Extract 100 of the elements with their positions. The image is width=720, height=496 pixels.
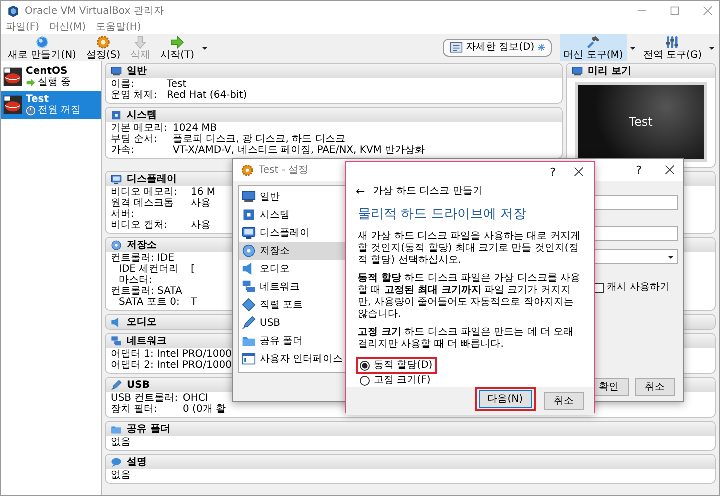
right-arrow-icon <box>26 78 36 88</box>
radio-option[interactable]: 고정 크기(F) <box>360 375 592 386</box>
details-button[interactable]: 자세한 정보(D) <box>442 38 552 56</box>
list-icon <box>450 41 463 54</box>
detail-value: Test <box>167 79 187 90</box>
cube-icon <box>7 4 20 18</box>
hammer-icon <box>584 34 602 50</box>
wizard-title: 가상 하드 디스크 만들기 <box>373 186 483 197</box>
vm-name: Test <box>26 94 50 105</box>
tools-button[interactable]: 머신 도구(M) <box>560 34 628 61</box>
wizard-heading: 물리적 하드 드라이브에 저장 <box>357 206 528 224</box>
category-item[interactable]: 시스템 <box>239 206 347 224</box>
description-text: 고정 크기 하드 디스크 파일은 만드는 데 더 오래 걸리지만 사용할 때 더 빠릅니다. <box>358 327 575 351</box>
detail-value: 0 (0개 활 <box>183 404 226 415</box>
radio-button[interactable] <box>360 360 370 370</box>
chip-icon <box>111 110 122 120</box>
radio-option[interactable]: 동적 할당(D) <box>360 360 433 371</box>
maximize-icon[interactable] <box>670 6 680 16</box>
detail-value: 플로피 디스크, 광 디스크, 하드 디스크 <box>173 134 346 145</box>
section-title: 일반 <box>127 66 147 76</box>
close-icon[interactable] <box>665 165 675 175</box>
help-button[interactable]: ? <box>550 166 556 178</box>
detail-label: 기본 메모리: <box>111 123 169 134</box>
disc-icon <box>111 240 122 250</box>
right-arrow-icon <box>169 34 186 50</box>
detail-label: 장치 필터: <box>111 404 159 415</box>
description-text: 새 가상 하드 디스크 파일을 사용하는 대로 커지게 할 것인지(동적 할당) 최대 크기로 만들 것인지(정적 할당) 선택하십시오. <box>358 231 582 267</box>
detail-text: 컨트롤러: SATA <box>111 286 182 297</box>
dialog-button[interactable]: 취소 <box>635 378 675 396</box>
section-title: 네트워크 <box>127 336 167 346</box>
monitor-icon <box>111 174 122 184</box>
category-item[interactable]: 일반 <box>239 188 347 206</box>
detail-value: 사용 <box>191 220 211 231</box>
usb-icon <box>242 316 256 330</box>
down-arrow-icon <box>132 34 150 50</box>
detail-label: 어댑터 1: <box>111 349 155 360</box>
menu-item[interactable]: 도움말(H) <box>96 22 142 33</box>
detail-value: [ <box>191 264 195 277</box>
section-title: 공유 폴더 <box>127 424 170 434</box>
vm-list-item[interactable]: Test 전원 꺼짐 <box>1 91 101 119</box>
dialog-title: Test - 설정 <box>259 164 309 176</box>
section-title: 시스템 <box>127 110 157 120</box>
input-field[interactable] <box>594 195 678 210</box>
section-title: 오디오 <box>127 316 157 328</box>
category-item[interactable]: 사용자 인터페이스 <box>239 350 347 368</box>
detail-label: 비디오 메모리: <box>111 187 179 198</box>
radio-button[interactable] <box>360 376 370 386</box>
detail-label: 가속: <box>111 145 136 156</box>
checkbox[interactable] <box>594 282 604 292</box>
menu-item[interactable]: 머신(M) <box>50 22 86 33</box>
category-item[interactable]: 오디오 <box>239 260 347 278</box>
detail-label: 이름: <box>111 79 136 90</box>
gear-icon <box>241 164 254 176</box>
section-title: 디스플레이 <box>127 174 177 184</box>
tools-button[interactable]: 전역 도구(G) <box>639 34 706 61</box>
usb-icon <box>111 380 122 390</box>
monitor-icon <box>242 226 256 240</box>
detail-label: SATA 포트 0: <box>119 297 181 308</box>
category-item[interactable]: USB <box>239 314 347 332</box>
detail-label: 운영 체제: <box>111 90 159 101</box>
detail-text: 없음 <box>111 470 131 481</box>
vm-state: 전원 꺼짐 <box>38 105 82 116</box>
category-item[interactable]: 저장소 <box>239 242 347 260</box>
window-title: Oracle VM VirtualBox 관리자 <box>25 6 164 16</box>
category-item[interactable]: 직렬 포트 <box>239 296 347 314</box>
detail-label: 비디오 캡처: <box>111 220 169 231</box>
close-icon[interactable] <box>574 167 584 177</box>
category-item[interactable]: 공유 폴더 <box>239 332 347 350</box>
power-icon <box>26 106 36 116</box>
description-text: 동적 할당 하드 디스크 파일은 가상 디스크를 사용할 때 고정된 최대 크기까지 파일 크기가 커지지만, 사용량이 줄어들어도 자동적으로 작아지지는 않습니다. <box>358 273 582 321</box>
menu-item[interactable]: 파일(F) <box>6 22 40 33</box>
window-icon <box>242 352 256 366</box>
detail-label: IDE 세컨더리 마스터: <box>119 264 180 286</box>
detail-value: VT-X/AMD-V, 네스티드 페이징, PAE/NX, KVM 반가상화 <box>173 145 426 156</box>
dialog-button[interactable]: 취소 <box>544 392 584 410</box>
detail-value: 사용 <box>191 198 211 211</box>
category-item[interactable]: 디스플레이 <box>239 224 347 242</box>
network-icon <box>242 280 256 294</box>
chip-icon <box>242 208 256 222</box>
dropdown-field[interactable] <box>594 249 678 264</box>
detail-value: T <box>191 297 198 308</box>
toolbar-button[interactable]: 시작(T) <box>156 34 199 61</box>
section-title: 미리 보기 <box>588 66 632 76</box>
detail-value: Red Hat (64-bit) <box>167 90 248 101</box>
detail-label: USB 컨트롤러: <box>111 393 180 404</box>
dialog-button[interactable]: 다음(N) <box>478 390 532 408</box>
network-icon <box>111 336 122 346</box>
help-button[interactable]: ? <box>636 164 642 176</box>
category-item[interactable]: 네트워크 <box>239 278 347 296</box>
vm-list-item[interactable]: CentOS 실행 중 <box>1 63 101 91</box>
back-button[interactable]: ← <box>356 186 366 197</box>
toolbar-button[interactable]: 새로 만들기(N) <box>4 34 80 61</box>
checkbox-option[interactable]: 캐시 사용하기 <box>594 282 678 293</box>
input-field[interactable] <box>594 226 678 241</box>
detail-label: 원격 데스크톱 서버: <box>111 198 176 220</box>
vm-state: 실행 중 <box>38 77 72 88</box>
toolbar-button[interactable]: 설정(S) <box>82 34 125 61</box>
monitor-icon <box>111 66 122 76</box>
monitor-icon <box>572 66 583 76</box>
gear-icon <box>95 34 112 50</box>
